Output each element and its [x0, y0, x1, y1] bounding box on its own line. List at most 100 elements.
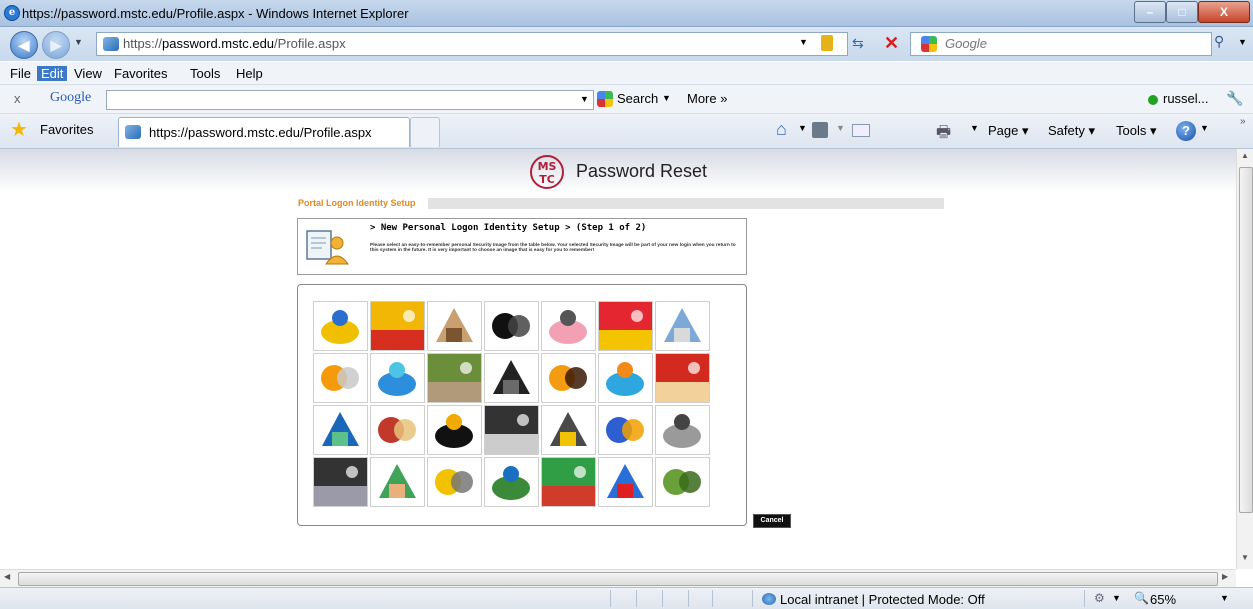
security-image-grid: [313, 301, 710, 507]
safety-menu-button[interactable]: Safety ▾: [1048, 123, 1095, 139]
security-image-surfer-wave[interactable]: [598, 353, 653, 403]
print-dropdown-icon[interactable]: ▼: [970, 123, 979, 133]
cartoon-crowd-icon: [371, 458, 424, 506]
security-image-meditating-figure[interactable]: [313, 301, 368, 351]
security-image-seaside-painting[interactable]: [370, 301, 425, 351]
feeds-dropdown-icon[interactable]: ▼: [836, 123, 845, 133]
close-toolbar-button[interactable]: x: [14, 91, 21, 106]
tools-menu-button[interactable]: Tools ▾: [1116, 123, 1157, 139]
security-image-drum[interactable]: [370, 405, 425, 455]
security-image-cartoon-crowd[interactable]: [370, 457, 425, 507]
toolbar-overflow-icon[interactable]: »: [1240, 116, 1246, 127]
security-image-bandit-face[interactable]: [541, 405, 596, 455]
security-image-hearts[interactable]: [598, 457, 653, 507]
help-dropdown-icon[interactable]: ▼: [1200, 123, 1209, 133]
user-account-button[interactable]: russel...: [1163, 91, 1209, 106]
home-icon[interactable]: ⌂: [776, 119, 787, 140]
stop-icon[interactable]: ✕: [884, 33, 899, 54]
coffee-cups-icon: [542, 458, 595, 506]
search-dropdown-icon[interactable]: ▼: [662, 93, 671, 103]
google-search-button[interactable]: Search: [617, 91, 658, 106]
feeds-icon[interactable]: [812, 122, 828, 138]
scroll-left-icon[interactable]: ◀: [4, 572, 10, 581]
browser-tab[interactable]: https://password.mstc.edu/Profile.aspx: [118, 117, 410, 147]
security-image-coffee-cups[interactable]: [541, 457, 596, 507]
back-button[interactable]: ◀: [10, 31, 38, 59]
toucan-icon: [428, 406, 481, 454]
google-toolbar-logo[interactable]: Google: [50, 90, 91, 106]
privacy-icon[interactable]: ⚙: [1094, 591, 1105, 605]
menu-file[interactable]: File: [10, 66, 31, 81]
security-image-butterfly[interactable]: [313, 405, 368, 455]
vertical-scroll-thumb[interactable]: [1239, 167, 1253, 513]
help-icon[interactable]: ?: [1176, 121, 1196, 141]
read-mail-icon[interactable]: [852, 124, 870, 137]
security-zone-text[interactable]: Local intranet | Protected Mode: Off: [780, 592, 985, 607]
menu-edit[interactable]: Edit: [37, 66, 68, 81]
security-image-dinosaur[interactable]: [655, 457, 710, 507]
horizontal-scroll-thumb[interactable]: [18, 572, 1218, 586]
favorites-button[interactable]: Favorites: [40, 122, 93, 137]
lock-icon[interactable]: [821, 35, 833, 51]
page-menu-button[interactable]: Page ▾: [988, 123, 1029, 139]
security-image-yellow-sportscar[interactable]: [427, 457, 482, 507]
menu-help[interactable]: Help: [236, 66, 263, 81]
close-window-button[interactable]: X: [1198, 1, 1250, 23]
zoom-icon[interactable]: 🔍: [1134, 591, 1149, 605]
refresh-icon[interactable]: ⇆: [852, 35, 864, 52]
home-dropdown-icon[interactable]: ▼: [798, 123, 807, 133]
security-image-harbor-boats[interactable]: [655, 301, 710, 351]
security-image-teakettle[interactable]: [655, 405, 710, 455]
scroll-down-icon[interactable]: ▼: [1241, 553, 1249, 562]
search-options-icon[interactable]: ▼: [1238, 37, 1247, 47]
menu-favorites[interactable]: Favorites: [114, 66, 167, 81]
ie-logo-icon: e: [4, 5, 20, 21]
search-field[interactable]: Google: [910, 32, 1212, 56]
meditating-figure-icon: [314, 302, 367, 350]
zoom-dropdown-icon[interactable]: ▼: [1220, 593, 1229, 603]
security-image-tropical-fish[interactable]: [598, 405, 653, 455]
security-image-tropical-beach[interactable]: [370, 353, 425, 403]
address-dropdown-icon[interactable]: ▼: [799, 37, 808, 47]
security-image-hibiscus-flower[interactable]: [598, 301, 653, 351]
menu-tools[interactable]: Tools: [190, 66, 220, 81]
wrench-icon[interactable]: 🔧: [1226, 90, 1243, 107]
security-image-motocross-rider[interactable]: [484, 301, 539, 351]
page-header: MS TC Password Reset: [0, 149, 1236, 193]
favorites-star-icon[interactable]: ★: [10, 119, 28, 141]
security-image-ice-skate[interactable]: [313, 457, 368, 507]
privacy-dropdown-icon[interactable]: ▼: [1112, 593, 1121, 603]
google-toolbar-search-input[interactable]: [106, 90, 594, 110]
new-tab-button[interactable]: [410, 117, 440, 147]
security-image-chess-rook[interactable]: [484, 353, 539, 403]
security-image-toucan[interactable]: [427, 405, 482, 455]
cancel-button[interactable]: Cancel: [753, 514, 791, 528]
window-title-bar[interactable]: e https://password.mstc.edu/Profile.aspx…: [0, 0, 1253, 27]
search-icon[interactable]: ⚲: [1214, 33, 1224, 50]
security-image-car-wheel[interactable]: [484, 405, 539, 455]
security-image-horse-sunset[interactable]: [541, 353, 596, 403]
google-search-dropdown-icon[interactable]: ▼: [580, 94, 589, 104]
print-icon[interactable]: 🖶: [936, 121, 951, 148]
horizontal-scrollbar[interactable]: ◀ ▶: [0, 569, 1236, 587]
minimize-button[interactable]: –: [1134, 1, 1166, 23]
maximize-button[interactable]: □: [1166, 1, 1198, 23]
security-image-pink-pig[interactable]: [541, 301, 596, 351]
history-dropdown-icon[interactable]: ▼: [74, 37, 83, 47]
security-image-retro-radio[interactable]: [655, 353, 710, 403]
more-button[interactable]: More »: [687, 91, 727, 106]
menu-view[interactable]: View: [74, 66, 102, 81]
vertical-scrollbar[interactable]: ▲ ▼: [1236, 149, 1253, 569]
security-image-fruit-basket[interactable]: [313, 353, 368, 403]
security-image-castle-building[interactable]: [427, 353, 482, 403]
butterfly-icon: [314, 406, 367, 454]
zoom-level[interactable]: 65%: [1150, 592, 1176, 607]
scroll-right-icon[interactable]: ▶: [1222, 572, 1228, 581]
security-image-boxes-on-cart[interactable]: [427, 301, 482, 351]
fruit-basket-icon: [314, 354, 367, 402]
scroll-up-icon[interactable]: ▲: [1241, 151, 1249, 160]
forward-button[interactable]: ▶: [42, 31, 70, 59]
window-title: https://password.mstc.edu/Profile.aspx -…: [22, 6, 409, 21]
security-image-palm-island[interactable]: [484, 457, 539, 507]
address-field[interactable]: https://password.mstc.edu/Profile.aspx ▼: [96, 32, 848, 56]
